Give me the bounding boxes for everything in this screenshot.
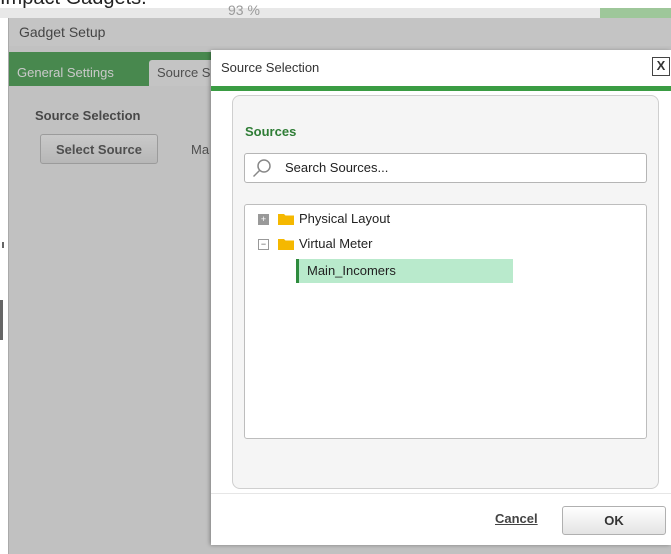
background-percent: 93 %	[228, 2, 260, 18]
tree-item-physical-layout[interactable]: + Physical Layout	[245, 209, 625, 229]
tree-item-virtual-meter[interactable]: − Virtual Meter	[245, 234, 625, 254]
ok-button[interactable]: OK	[562, 506, 666, 535]
tree-item-label: Physical Layout	[299, 211, 391, 226]
sources-label: Sources	[245, 124, 297, 139]
tree-item-label: Virtual Meter	[299, 236, 373, 251]
source-tree: + Physical Layout − Virtual Meter Main_I…	[244, 204, 647, 439]
folder-icon	[278, 214, 294, 225]
tree-item-main-incomers[interactable]: Main_Incomers	[296, 259, 513, 283]
search-placeholder: Search Sources...	[285, 160, 389, 175]
background-caption: Impact Gadgets.	[0, 0, 147, 10]
cancel-link[interactable]: Cancel	[495, 511, 538, 526]
background-green-block	[600, 8, 671, 18]
search-input[interactable]: Search Sources...	[244, 153, 647, 183]
dialog-footer: Cancel OK	[211, 493, 671, 545]
expand-plus-icon[interactable]: +	[258, 214, 269, 225]
background-edge-mark	[2, 242, 4, 248]
tree-item-label: Main_Incomers	[307, 263, 396, 278]
background-edge-mark	[0, 300, 3, 340]
search-icon	[252, 159, 271, 178]
close-button[interactable]: X	[652, 57, 670, 76]
collapse-minus-icon[interactable]: −	[258, 239, 269, 250]
folder-icon	[278, 239, 294, 250]
dialog-header: Source Selection X	[211, 50, 671, 91]
source-selection-dialog: Source Selection X Sources Search Source…	[211, 50, 671, 545]
sources-panel: Sources Search Sources... + Physical Lay…	[232, 95, 659, 489]
dialog-title: Source Selection	[221, 60, 320, 75]
